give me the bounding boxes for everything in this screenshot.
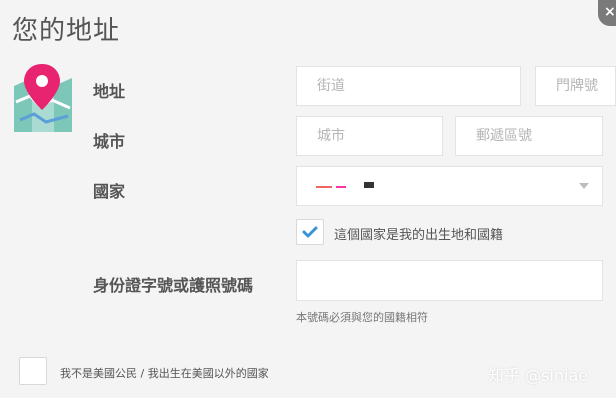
country-label: 國家 (93, 182, 126, 201)
postal-code-field[interactable]: 郵遞區號 (455, 116, 603, 156)
address-label: 地址 (93, 82, 126, 101)
city-label: 城市 (93, 132, 126, 151)
non-us-label: 我不是美國公民 / 我出生在美國以外的國家 (60, 367, 269, 380)
chevron-down-icon (579, 183, 589, 189)
city-field[interactable]: 城市 (296, 116, 443, 156)
street-field[interactable]: 街道 (296, 66, 521, 106)
close-icon: × (604, 4, 616, 20)
house-number-field[interactable]: 門牌號 (535, 66, 616, 106)
map-pin-icon (14, 64, 72, 132)
watermark: 知乎 @siniae (488, 366, 589, 385)
birth-country-label: 這個國家是我的出生地和國籍 (334, 228, 504, 243)
page-title: 您的地址 (12, 16, 121, 46)
birth-country-checkbox[interactable] (296, 219, 324, 245)
checkmark-icon (302, 226, 318, 238)
close-button[interactable]: × (598, 0, 616, 26)
country-value-redacted (316, 182, 374, 188)
id-number-field[interactable] (296, 260, 603, 301)
id-hint: 本號碼必須與您的國籍相符 (296, 311, 428, 324)
id-number-label: 身份證字號或護照號碼 (93, 276, 254, 295)
non-us-checkbox[interactable] (19, 357, 47, 385)
